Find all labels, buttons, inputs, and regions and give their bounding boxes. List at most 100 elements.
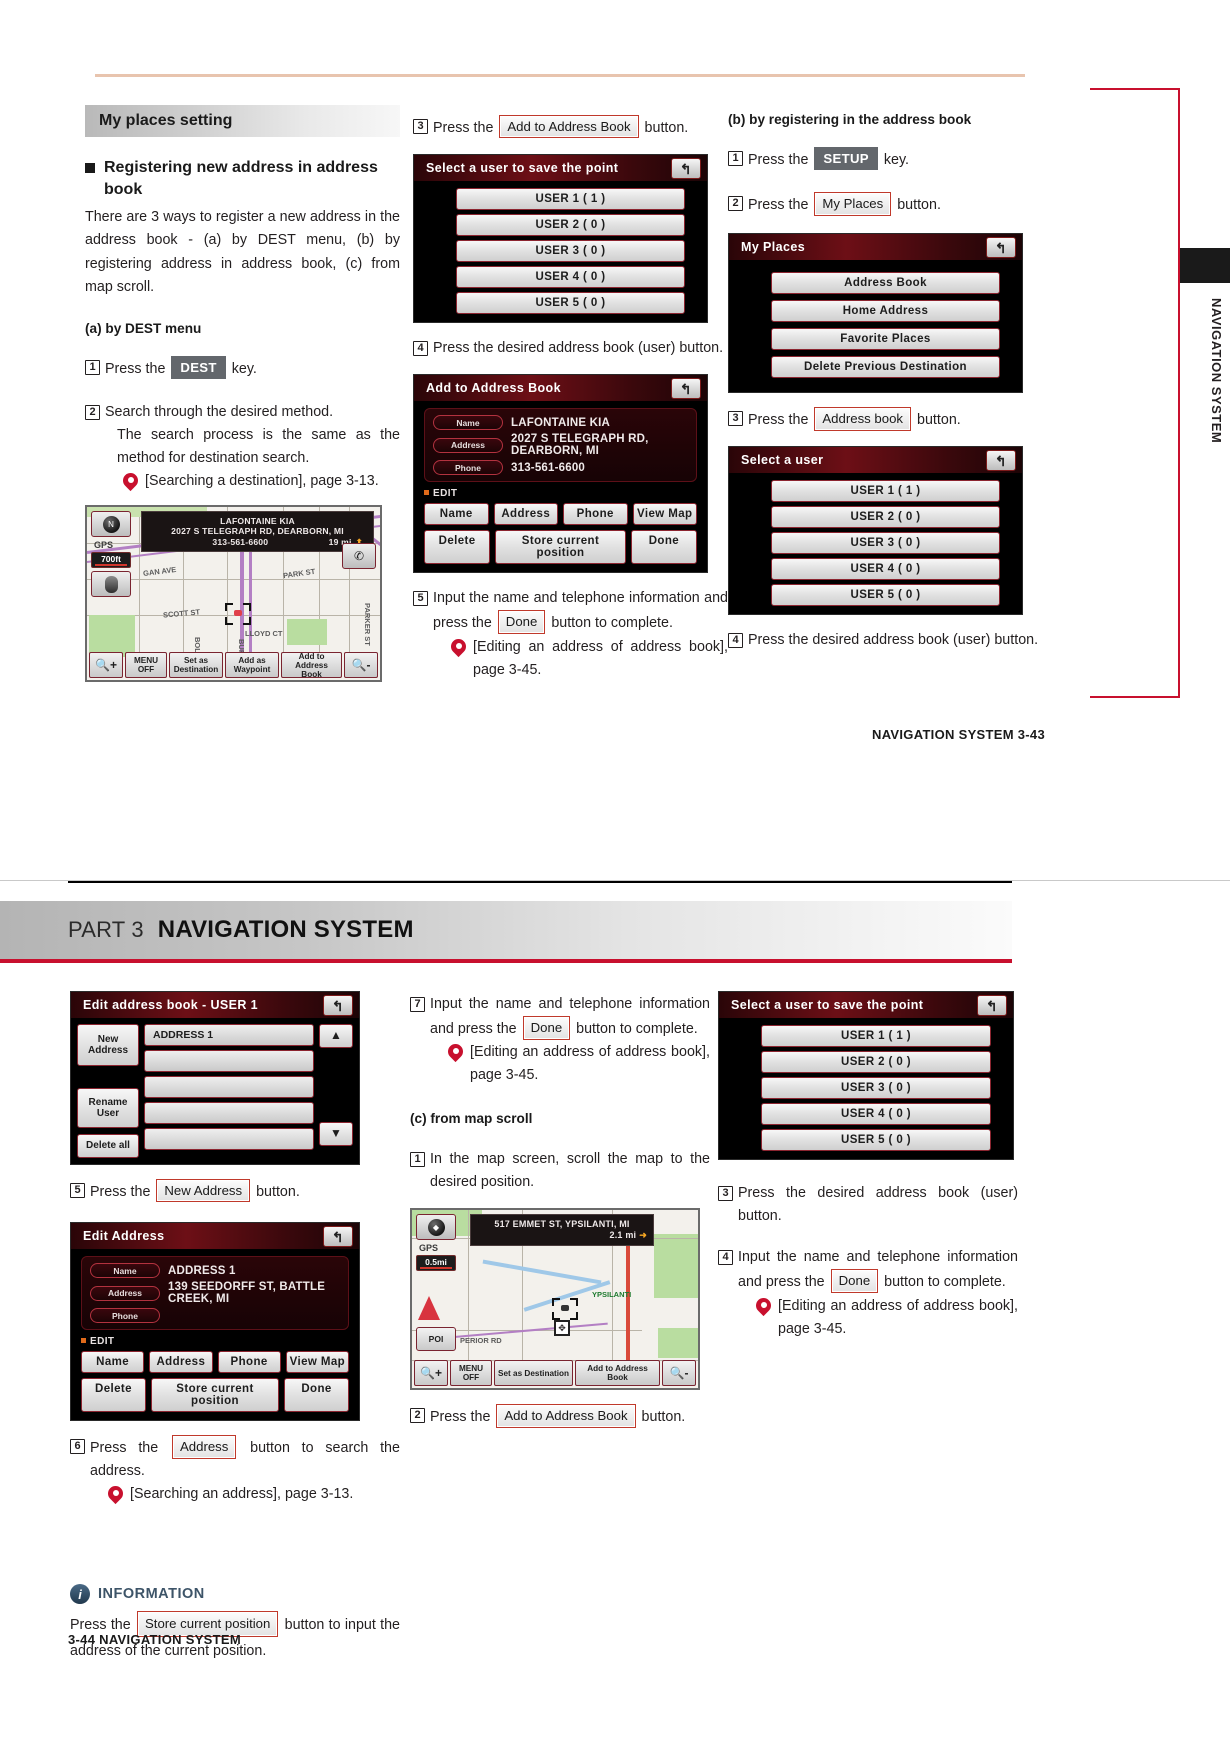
back-icon[interactable]: ↰	[986, 450, 1016, 472]
menu-off-button[interactable]: MENU OFF	[125, 652, 167, 679]
done-chip[interactable]: Done	[497, 610, 546, 634]
compass-button[interactable]: ◆	[416, 1214, 456, 1241]
back-icon[interactable]: ↰	[323, 995, 353, 1016]
step-7-post: button to complete.	[576, 1021, 698, 1038]
done-button[interactable]: Done	[630, 530, 697, 565]
address-book-button[interactable]: Address Book	[771, 272, 1000, 295]
user-button[interactable]: USER 4 ( 0 )	[761, 1103, 991, 1125]
address-button[interactable]: Address	[493, 503, 558, 526]
add-to-address-book-chip[interactable]: Add to Address Book	[496, 1404, 636, 1428]
address-slot[interactable]	[144, 1076, 314, 1098]
compass-button[interactable]: N	[91, 511, 131, 538]
back-icon[interactable]: ↰	[986, 237, 1016, 259]
user-button[interactable]: USER 3 ( 0 )	[771, 532, 1000, 555]
delete-all-button[interactable]: Delete all	[77, 1134, 139, 1158]
user-button[interactable]: USER 5 ( 0 )	[761, 1129, 991, 1151]
add-to-address-book-screen[interactable]: Add to Address Book ↰ Name LAFONTAINE KI…	[413, 374, 708, 574]
favorite-places-button[interactable]: Favorite Places	[771, 328, 1000, 351]
select-user-to-save-screen[interactable]: Select a user to save the point ↰ USER 1…	[718, 991, 1014, 1160]
back-icon[interactable]: ↰	[671, 158, 701, 180]
back-icon[interactable]: ↰	[977, 995, 1007, 1016]
field-row: Phone 313-561-6600	[433, 460, 688, 476]
address-chip[interactable]: Address	[171, 1435, 237, 1459]
step-a1-pre: Press the	[105, 360, 166, 377]
user-button[interactable]: USER 2 ( 0 )	[771, 506, 1000, 529]
map-screenshot-1[interactable]: LAFONTAINE KIA 2027 S TELEGRAPH RD, DEAR…	[85, 505, 382, 683]
user-button[interactable]: USER 3 ( 0 )	[761, 1077, 991, 1099]
user-button[interactable]: USER 1 ( 1 )	[771, 480, 1000, 503]
store-current-position-button[interactable]: Store current position	[495, 530, 626, 565]
delete-previous-destination-button[interactable]: Delete Previous Destination	[771, 356, 1000, 379]
phone-button[interactable]: ✆	[342, 543, 376, 570]
select-user-to-save-screen[interactable]: Select a user to save the point ↰ USER 1…	[413, 154, 708, 324]
map-screenshot-2[interactable]: 517 EMMET ST, YPSILANTI, MI 2.1 mi ➜ ◆ G…	[410, 1208, 700, 1391]
back-icon[interactable]: ↰	[671, 378, 701, 400]
field-row: Name LAFONTAINE KIA	[433, 415, 688, 431]
add-to-address-book-button[interactable]: Add to Address Book	[575, 1360, 660, 1387]
zoom-in-button[interactable]: 🔍+	[414, 1360, 448, 1387]
address-slot[interactable]: ADDRESS 1	[144, 1024, 314, 1046]
edit-address-screen[interactable]: Edit Address ↰ Name ADDRESS 1 Address 13…	[70, 1222, 360, 1422]
phone-button[interactable]: Phone	[563, 503, 628, 526]
user-button[interactable]: USER 4 ( 0 )	[771, 558, 1000, 581]
user-list: USER 1 ( 1 ) USER 2 ( 0 ) USER 3 ( 0 ) U…	[729, 473, 1022, 614]
user-button[interactable]: USER 2 ( 0 )	[456, 214, 685, 237]
address-book-chip[interactable]: Address book	[814, 407, 912, 431]
scroll-down-button[interactable]: ▼	[319, 1122, 353, 1146]
user-button[interactable]: USER 5 ( 0 )	[771, 584, 1000, 607]
done-button[interactable]: Done	[284, 1378, 349, 1413]
step-a3-text: Press the Add to Address Book button.	[433, 115, 728, 140]
user-button[interactable]: USER 1 ( 1 )	[761, 1025, 991, 1047]
home-address-button[interactable]: Home Address	[771, 300, 1000, 323]
field-row: Name ADDRESS 1	[90, 1263, 340, 1279]
dest-key-chip[interactable]: DEST	[171, 355, 226, 380]
add-as-waypoint-button[interactable]: Add as Waypoint	[225, 652, 280, 679]
menu-off-button[interactable]: MENU OFF	[450, 1360, 492, 1387]
subhead-c: (c) from map scroll	[410, 1111, 533, 1127]
back-icon[interactable]: ↰	[323, 1226, 353, 1248]
map-scale-value: 700ft	[101, 554, 121, 565]
delete-button[interactable]: Delete	[424, 530, 491, 565]
new-address-chip[interactable]: New Address	[156, 1179, 251, 1203]
my-places-screen[interactable]: My Places ↰ Address Book Home Address Fa…	[728, 233, 1023, 394]
delete-button[interactable]: Delete	[81, 1378, 146, 1413]
done-chip[interactable]: Done	[830, 1269, 879, 1293]
edit-address-book-screen[interactable]: Edit address book - USER 1 ↰ New Address…	[70, 991, 360, 1165]
user-button[interactable]: USER 1 ( 1 )	[456, 188, 685, 211]
user-button[interactable]: USER 2 ( 0 )	[761, 1051, 991, 1073]
store-current-position-button[interactable]: Store current position	[151, 1378, 279, 1413]
setup-key-chip[interactable]: SETUP	[814, 147, 878, 171]
add-to-address-book-chip[interactable]: Add to Address Book	[499, 115, 639, 139]
my-places-chip[interactable]: My Places	[814, 192, 892, 216]
name-button[interactable]: Name	[81, 1351, 145, 1374]
done-chip[interactable]: Done	[522, 1016, 571, 1040]
reference-text: [Searching an address], page 3-13.	[130, 1486, 354, 1503]
step-number: 6	[70, 1439, 85, 1455]
poi-button[interactable]: POI	[416, 1327, 456, 1352]
new-address-button[interactable]: New Address	[77, 1024, 139, 1066]
set-as-destination-button[interactable]: Set as Destination	[169, 652, 224, 679]
zoom-out-button[interactable]: 🔍-	[662, 1360, 696, 1387]
add-to-address-book-button[interactable]: Add to Address Book	[281, 652, 342, 679]
zoom-in-button[interactable]: 🔍+	[89, 652, 123, 679]
rename-user-button[interactable]: Rename User	[77, 1088, 139, 1128]
address-slot[interactable]	[144, 1050, 314, 1072]
phone-button[interactable]: Phone	[217, 1351, 281, 1374]
step-number: 2	[410, 1408, 425, 1424]
address-slot[interactable]	[144, 1102, 314, 1124]
view-map-button[interactable]: View Map	[285, 1351, 349, 1374]
user-button[interactable]: USER 4 ( 0 )	[456, 266, 685, 289]
address-button[interactable]: Address	[149, 1351, 213, 1374]
voice-button[interactable]	[91, 571, 131, 598]
scroll-up-button[interactable]: ▲	[319, 1024, 353, 1048]
step-b1: 1 Press the SETUP key.	[728, 147, 1043, 172]
address-slot[interactable]	[144, 1128, 314, 1150]
zoom-out-button[interactable]: 🔍-	[344, 652, 378, 679]
select-a-user-screen[interactable]: Select a user ↰ USER 1 ( 1 ) USER 2 ( 0 …	[728, 446, 1023, 616]
user-button[interactable]: USER 5 ( 0 )	[456, 292, 685, 315]
view-map-button[interactable]: View Map	[632, 503, 697, 526]
name-button[interactable]: Name	[424, 503, 489, 526]
set-as-destination-button[interactable]: Set as Destination	[494, 1360, 574, 1387]
field-label: Phone	[433, 460, 503, 476]
user-button[interactable]: USER 3 ( 0 )	[456, 240, 685, 263]
